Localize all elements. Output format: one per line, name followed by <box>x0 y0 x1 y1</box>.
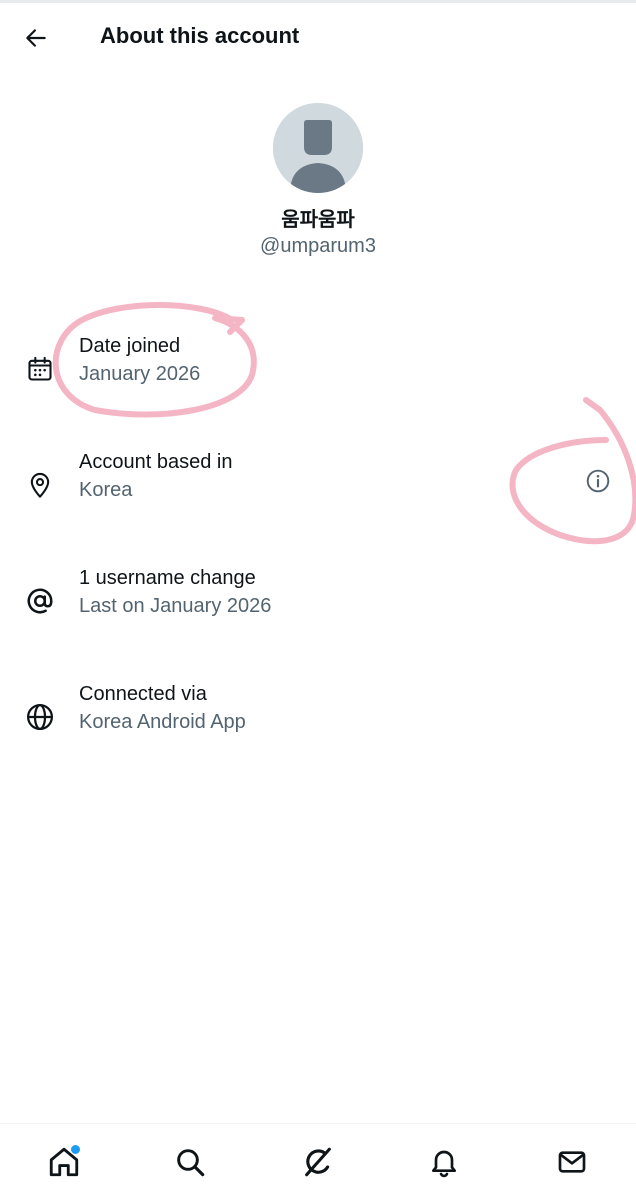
notification-dot <box>70 1144 81 1155</box>
at-sign-icon <box>22 583 58 619</box>
bottom-nav <box>0 1123 636 1200</box>
info-label: Date joined <box>79 335 181 357</box>
nav-notifications[interactable] <box>420 1138 468 1186</box>
mail-icon <box>558 1151 586 1173</box>
info-label: 1 username change <box>79 567 256 589</box>
info-value: Korea Android App <box>79 711 246 733</box>
info-row-account-based-in: Account based in Korea <box>0 451 636 531</box>
info-value: Korea <box>79 479 133 501</box>
handle: @umparum3 <box>260 235 376 257</box>
location-pin-icon <box>22 467 58 503</box>
calendar-icon <box>22 351 58 387</box>
bell-icon <box>432 1150 456 1178</box>
nav-grok[interactable] <box>294 1138 342 1186</box>
info-value: January 2026 <box>79 363 201 385</box>
info-row-username-change: 1 username change Last on January 2026 <box>0 567 636 647</box>
header: About this account <box>0 8 636 68</box>
info-row-date-joined: Date joined January 2026 <box>0 335 636 415</box>
info-row-connected-via: Connected via Korea Android App <box>0 683 636 763</box>
display-name: 움파움파 <box>281 207 355 231</box>
avatar[interactable] <box>273 103 363 193</box>
info-value: Last on January 2026 <box>79 595 272 617</box>
back-button[interactable] <box>16 18 56 58</box>
info-icon <box>586 469 610 493</box>
page-title: About this account <box>100 23 300 48</box>
default-avatar-icon <box>273 103 363 193</box>
arrow-left-icon <box>26 29 46 47</box>
grok-icon <box>305 1147 331 1177</box>
about-account-page: About this account 움파움파 @umparum3 Date j… <box>0 0 636 1200</box>
top-divider <box>0 0 636 3</box>
globe-icon <box>22 699 58 735</box>
info-label: Account based in <box>79 451 233 473</box>
search-icon <box>177 1149 205 1177</box>
nav-messages[interactable] <box>548 1138 596 1186</box>
info-button[interactable] <box>582 465 614 497</box>
nav-home[interactable] <box>40 1138 88 1186</box>
info-label: Connected via <box>79 683 207 705</box>
nav-search[interactable] <box>166 1138 214 1186</box>
